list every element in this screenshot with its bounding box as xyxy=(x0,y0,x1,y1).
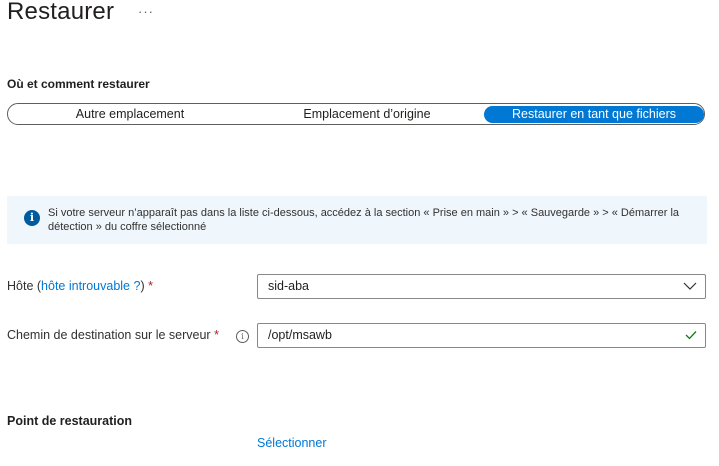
info-tooltip-icon[interactable]: i xyxy=(236,330,249,343)
info-banner-text: Si votre serveur n’apparaît pas dans la … xyxy=(48,207,680,233)
option-original-location[interactable]: Emplacement d’origine xyxy=(250,106,484,123)
host-required-mark: * xyxy=(148,279,153,293)
checkmark-icon xyxy=(685,331,697,340)
restore-location-heading: Où et comment restaurer xyxy=(7,77,150,91)
host-label-suffix: ) xyxy=(140,279,145,293)
restore-type-toggle: Autre emplacement Emplacement d’origine … xyxy=(7,103,705,125)
host-dropdown-value: sid-aba xyxy=(268,279,309,293)
host-not-found-link[interactable]: hôte introuvable ? xyxy=(41,279,140,293)
destination-required-mark: * xyxy=(214,328,219,342)
restore-point-heading: Point de restauration xyxy=(7,414,133,428)
info-icon: i xyxy=(24,210,40,226)
host-dropdown[interactable]: sid-aba xyxy=(257,274,706,299)
option-restore-as-files[interactable]: Restaurer en tant que fichiers xyxy=(484,105,704,123)
chevron-down-icon xyxy=(683,282,697,290)
more-options-button[interactable]: ··· xyxy=(138,4,154,19)
destination-path-input[interactable]: /opt/msawb xyxy=(257,323,706,348)
select-restore-point-link[interactable]: Sélectionner xyxy=(257,436,327,450)
destination-path-value: /opt/msawb xyxy=(268,328,332,342)
host-label-prefix: Hôte ( xyxy=(7,279,42,293)
destination-label-text: Chemin de destination sur le serveur xyxy=(7,328,211,342)
page-title: Restaurer xyxy=(7,0,115,25)
host-label: Hôte (hôte introuvable ?) * xyxy=(7,279,153,293)
destination-label: Chemin de destination sur le serveur * xyxy=(7,328,219,342)
info-banner: i Si votre serveur n’apparaît pas dans l… xyxy=(7,196,707,244)
option-alternate-location[interactable]: Autre emplacement xyxy=(10,106,250,123)
